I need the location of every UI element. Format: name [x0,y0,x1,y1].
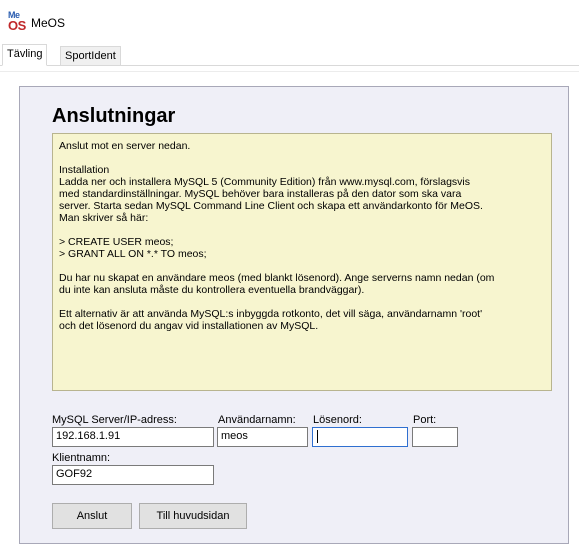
tab-tavling[interactable]: Tävling [2,44,48,66]
username-input[interactable]: meos [217,427,308,447]
info-install-line: Man skriver så här: [59,212,149,224]
port-label: Port: [413,414,437,426]
divider [0,71,579,72]
connect-button[interactable]: Anslut [52,503,132,529]
text-caret [317,430,318,443]
page-title: Anslutningar [52,105,176,127]
client-input[interactable]: GOF92 [52,465,214,485]
password-input[interactable] [312,427,408,447]
port-input[interactable] [412,427,458,447]
password-label: Lösenord: [313,414,362,426]
info-cmd-line: > GRANT ALL ON *.* TO meos; [59,248,207,260]
info-alt-line: Ett alternativ är att använda MySQL:s in… [59,308,483,320]
client-label: Klientnamn: [52,452,111,464]
tab-sportident[interactable]: SportIdent [60,46,121,66]
logo-text-bottom: OS [8,18,26,33]
username-label: Användarnamn: [218,414,296,426]
info-created-line: du inte kan ansluta måste du kontrollera… [59,284,365,296]
info-install-line: med standardinställningar. MySQL behöver… [59,188,462,200]
info-created-line: Du har nu skapat en användare meos (med … [59,272,495,284]
server-label: MySQL Server/IP-adress: [52,414,177,426]
server-input[interactable]: 192.168.1.91 [52,427,214,447]
window-title: MeOS [31,16,66,30]
home-button[interactable]: Till huvudsidan [139,503,247,529]
title-bar: Me OS MeOS [0,0,579,44]
meos-logo-icon: Me OS [8,10,28,33]
info-box: Anslut mot en server nedan. Installation… [52,133,552,391]
tab-strip: Tävling SportIdent [0,44,579,66]
info-install-line: Ladda ner och installera MySQL 5 (Commun… [59,176,471,188]
info-alt-line: och det lösenord du angav vid installati… [59,320,319,332]
info-intro: Anslut mot en server nedan. [59,140,191,152]
info-install-title: Installation [59,164,110,176]
info-cmd-line: > CREATE USER meos; [59,236,174,248]
info-install-line: server. Starta sedan MySQL Command Line … [59,200,483,212]
